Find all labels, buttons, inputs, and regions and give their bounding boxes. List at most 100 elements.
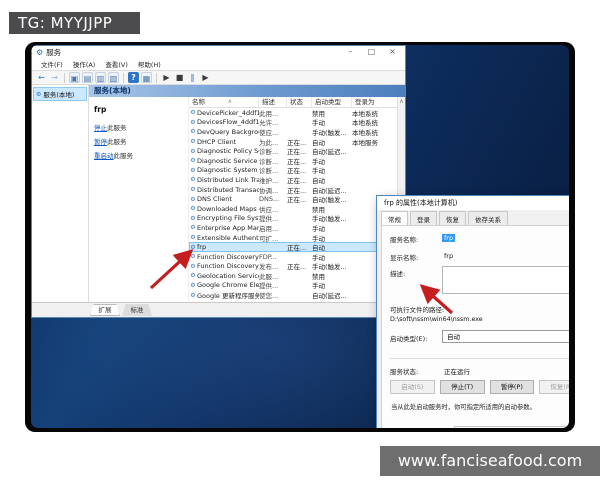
- show-list-icon[interactable]: ▦: [141, 72, 152, 83]
- services-list: 名称 ∧ 描述 状态 启动类型 登录为 ⚙DevicePicker_4ddf1此…: [189, 97, 405, 302]
- service-name: Enterprise App Manage...: [197, 224, 259, 232]
- service-name: Function Discovery Reso...: [197, 262, 259, 270]
- view-tab-1[interactable]: 标准: [122, 304, 152, 316]
- dialog-title: frp 的属性(本地计算机): [377, 196, 569, 210]
- dialog-tab-2[interactable]: 恢复: [439, 211, 466, 225]
- service-description: 提供...: [259, 213, 287, 223]
- service-row[interactable]: ⚙Extensible Authentication...可扩...手动: [189, 233, 397, 243]
- service-row[interactable]: ⚙Google 更新程序服务 (Gu...使您...自动(延迟...: [189, 290, 397, 300]
- service-status: 正在...: [287, 137, 312, 147]
- start-service-icon[interactable]: ▶: [161, 72, 172, 83]
- service-row[interactable]: ⚙Geolocation Service此服...禁用: [189, 271, 397, 281]
- refresh-icon[interactable]: ▥: [95, 72, 106, 83]
- dialog-tab-0[interactable]: 常规: [381, 211, 408, 226]
- service-description: 供应...: [259, 204, 287, 214]
- service-link-0[interactable]: 停止: [94, 124, 107, 132]
- service-logon-as: 本地系统: [352, 127, 397, 137]
- service-name: Encrypting File System (E...: [197, 214, 259, 222]
- description-textbox[interactable]: ∧ ∨: [442, 266, 569, 294]
- dialog-tab-1[interactable]: 登录: [410, 211, 437, 225]
- service-row[interactable]: ⚙DevicePicker_4ddf1此用...禁用本地系统: [189, 108, 397, 118]
- service-row[interactable]: ⚙Distributed Transaction C...协调...正在...自…: [189, 185, 397, 195]
- service-row[interactable]: ⚙Diagnostic Service Host诊断...正在...手动: [189, 156, 397, 166]
- startup-params-input[interactable]: [454, 426, 569, 428]
- service-row[interactable]: ⚙Function Discovery Provi...FDP...手动: [189, 252, 397, 262]
- service-startup-type: 自动(延迟...: [312, 290, 352, 300]
- column-header-startup-type[interactable]: 启动类型: [312, 97, 352, 107]
- service-name: frp: [197, 243, 259, 251]
- service-name: DevicesFlow_4ddf1: [197, 118, 259, 126]
- dialog-tab-3[interactable]: 依存关系: [468, 211, 508, 225]
- service-row[interactable]: ⚙Downloaded Maps Man...供应...禁用: [189, 204, 397, 214]
- selected-service-name: frp: [94, 105, 188, 114]
- column-header-status[interactable]: 状态: [287, 97, 312, 107]
- minimize-icon[interactable]: –: [340, 46, 361, 59]
- service-startup-type: 手动(触发...: [312, 127, 352, 137]
- screenshot-frame: ⚙ 服务 – □ × 文件(F)操作(A)查看(V)帮助(H) ←→ ▣▤▥▧?▦…: [25, 42, 575, 432]
- back-icon[interactable]: ←: [36, 72, 47, 83]
- service-button-1[interactable]: 停止(T): [440, 380, 485, 394]
- service-startup-type: 手动(触发...: [312, 213, 352, 223]
- service-icon: ⚙: [189, 128, 197, 135]
- service-status: 正在...: [287, 146, 312, 156]
- service-description: 维护...: [259, 175, 287, 185]
- extended-view-pane: frp 停止此服务暂停此服务重启动此服务: [89, 97, 189, 302]
- stop-service-icon[interactable]: ■: [174, 72, 185, 83]
- service-name-label: 服务名称:: [390, 234, 418, 244]
- service-name: DHCP Client: [197, 138, 259, 146]
- pause-service-icon[interactable]: ‖: [187, 72, 198, 83]
- forward-icon[interactable]: →: [49, 72, 60, 83]
- service-button-0: 启动(S): [390, 380, 435, 394]
- service-row[interactable]: ⚙Function Discovery Reso...发布...正在...手动(…: [189, 262, 397, 272]
- service-icon: ⚙: [189, 167, 197, 174]
- scroll-up-icon[interactable]: ∧: [398, 97, 405, 106]
- service-link-2[interactable]: 重启动: [94, 152, 114, 160]
- help-icon[interactable]: ?: [128, 72, 139, 83]
- service-row[interactable]: ⚙Google Chrome Elevatio...提供...手动: [189, 281, 397, 291]
- toolbar: ←→▣▤▥▧?▦▶■‖▶: [32, 71, 405, 85]
- menu-item-3[interactable]: 帮助(H): [133, 59, 166, 71]
- show-console-tree-icon[interactable]: ▣: [69, 72, 80, 83]
- services-titlebar[interactable]: ⚙ 服务 – □ ×: [32, 46, 405, 59]
- service-description: 提供...: [259, 280, 287, 290]
- service-button-2[interactable]: 暂停(P): [490, 380, 535, 394]
- column-header-description[interactable]: 描述: [259, 97, 287, 107]
- service-row[interactable]: ⚙Diagnostic Policy Service诊断...正在...自动(延…: [189, 146, 397, 156]
- service-row[interactable]: ⚙DevQuery Background D...使应...手动(触发...本地…: [189, 127, 397, 137]
- service-row[interactable]: ⚙DNS ClientDNS...正在...自动(触发...: [189, 194, 397, 204]
- toolbar-separator: [156, 73, 157, 83]
- close-icon[interactable]: ×: [382, 46, 403, 59]
- service-description: 发布...: [259, 261, 287, 271]
- column-header-name[interactable]: 名称 ∧: [189, 97, 259, 107]
- service-logon-as: 本地服务: [352, 137, 397, 147]
- column-header-logon-as[interactable]: 登录为: [352, 97, 397, 107]
- service-row[interactable]: ⚙frp正在...自动: [189, 242, 397, 252]
- service-row[interactable]: ⚙Encrypting File System (E...提供...手动(触发.…: [189, 214, 397, 224]
- maximize-icon[interactable]: □: [361, 46, 382, 59]
- service-startup-type: 禁用: [312, 204, 352, 214]
- service-row[interactable]: ⚙DevicesFlow_4ddf1允许...手动本地系统: [189, 118, 397, 128]
- service-row[interactable]: ⚙DHCP Client为此...正在...自动本地服务: [189, 137, 397, 147]
- service-icon: ⚙: [189, 148, 197, 155]
- view-tab-0[interactable]: 扩展: [90, 304, 120, 316]
- service-icon: ⚙: [189, 196, 197, 203]
- startup-type-combobox[interactable]: 自动 ▾: [442, 330, 569, 343]
- service-row[interactable]: ⚙Distributed Link Tracking...维护...正在...自…: [189, 175, 397, 185]
- menu-item-2[interactable]: 查看(V): [100, 59, 133, 71]
- service-icon: ⚙: [189, 119, 197, 126]
- properties-icon[interactable]: ▤: [82, 72, 93, 83]
- menu-item-1[interactable]: 操作(A): [68, 59, 101, 71]
- tree-item-services-local[interactable]: ⚙ 服务(本地): [33, 87, 87, 101]
- service-link-1[interactable]: 暂停: [94, 138, 107, 146]
- service-row[interactable]: ⚙Enterprise App Manage...启用...手动: [189, 223, 397, 233]
- restart-service-icon[interactable]: ▶: [200, 72, 211, 83]
- service-startup-type: 自动: [312, 242, 352, 252]
- menu-item-0[interactable]: 文件(F): [36, 59, 68, 71]
- dialog-titlebar[interactable]: frp 的属性(本地计算机) ×: [377, 196, 569, 210]
- export-list-icon[interactable]: ▧: [108, 72, 119, 83]
- service-logon-as: 本地系统: [352, 117, 397, 127]
- service-startup-type: 自动(触发...: [312, 194, 352, 204]
- general-tab-page: 服务名称: frp 显示名称: frp 描述: ∧ ∨ 可执行文件的路径: D:…: [381, 225, 569, 428]
- service-description: 允许...: [259, 117, 287, 127]
- service-row[interactable]: ⚙Diagnostic System Host诊断...正在...手动: [189, 166, 397, 176]
